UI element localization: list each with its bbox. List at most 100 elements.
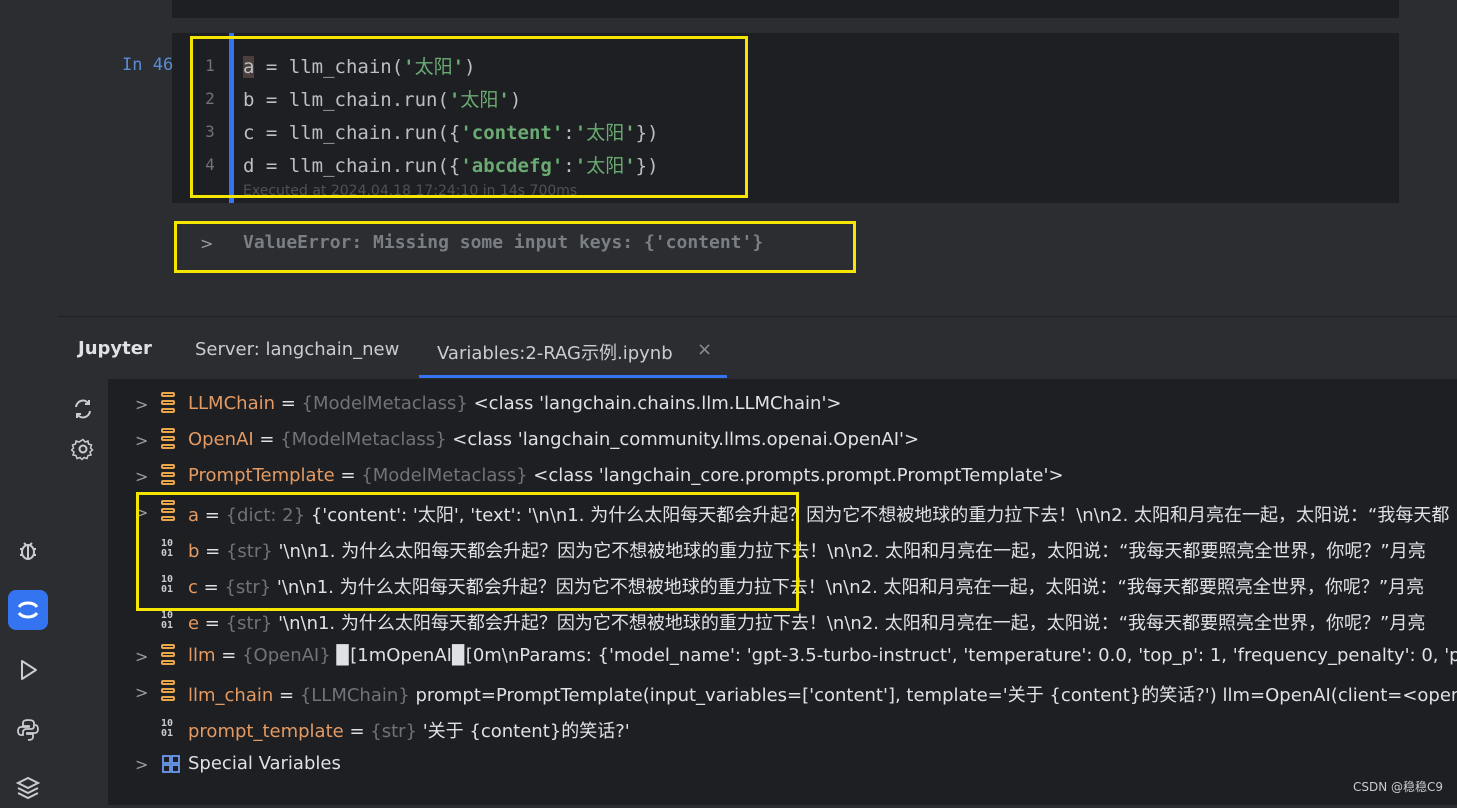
variable-row[interactable]: 10 01 b = {str} '\n\n1. 为什么太阳每天都会升起？因为它不想被… <box>109 532 1457 566</box>
close-icon[interactable]: × <box>697 339 712 360</box>
tab-server[interactable]: Server: langchain_new <box>195 339 399 360</box>
equals-sign: = <box>197 577 225 598</box>
line-number: 1 <box>205 56 215 75</box>
code-token: }) <box>635 122 659 144</box>
equals-sign: = <box>253 429 281 450</box>
variable-type: {ModelMetaclass} <box>361 465 528 486</box>
execution-info: Executed at 2024.04.18 17:24:10 in 14s 7… <box>243 183 578 199</box>
chevron-right-icon[interactable]: > <box>135 683 148 702</box>
variable-value: '关于 {content}的笑话?' <box>417 721 630 742</box>
code-token: ) <box>464 56 476 78</box>
chevron-right-icon[interactable]: > <box>135 395 148 414</box>
python-console-icon[interactable] <box>8 710 48 750</box>
variable-value: '\n\n1. 为什么太阳每天都会升起？因为它不想被地球的重力拉下去！\n\n2… <box>272 541 1426 562</box>
variable-row[interactable]: > llm = {OpenAI} ▉[1mOpenAI▉[0m\nParams: … <box>109 640 1457 674</box>
num-icon: 10 01 <box>161 574 174 595</box>
chevron-right-icon[interactable]: > <box>135 755 148 774</box>
equals-sign: = <box>215 645 243 666</box>
variable-name: OpenAI <box>188 429 254 450</box>
layers-icon[interactable] <box>8 768 48 808</box>
variable-text: prompt_template = {str} '关于 {content}的笑话… <box>188 717 630 743</box>
variable-type: {LLMChain} <box>299 685 410 706</box>
variable-name: llm_chain <box>188 685 274 706</box>
chevron-right-icon[interactable]: > <box>135 467 148 486</box>
db-icon <box>161 644 181 668</box>
variable-name: llm <box>188 645 216 666</box>
previous-cell[interactable] <box>172 0 1399 18</box>
variable-text: LLMChain = {ModelMetaclass} <class 'lang… <box>188 393 842 414</box>
code-token: c = llm_chain.run({ <box>243 122 461 144</box>
variable-row[interactable]: > a = {dict: 2} {'content': '太阳', 'text':… <box>109 496 1457 530</box>
equals-sign: = <box>334 465 362 486</box>
equals-sign: = <box>199 613 226 634</box>
variable-type: {str} <box>225 541 273 562</box>
variable-value: '\n\n1. 为什么太阳每天都会升起？因为它不想被地球的重力拉下去！\n\n2… <box>271 577 1425 598</box>
line-number: 3 <box>205 122 215 141</box>
code-string: 'abcdefg' <box>460 155 564 177</box>
variable-value: {'content': '太阳', 'text': '\n\n1. 为什么太阳每… <box>305 505 1450 526</box>
code-string: ' <box>574 155 587 177</box>
code-string: ' <box>574 122 587 144</box>
code-string: 'content' <box>460 122 564 144</box>
variable-text: Special Variables <box>188 753 341 774</box>
chevron-right-icon[interactable]: > <box>200 234 213 253</box>
refresh-icon[interactable] <box>71 397 95 425</box>
equals-sign: = <box>275 393 302 414</box>
db-icon <box>161 680 181 704</box>
variable-name: b <box>188 541 200 562</box>
watermark: CSDN @稳稳C9 <box>1352 780 1443 794</box>
chevron-right-icon[interactable]: > <box>135 503 148 522</box>
variable-type: {str} <box>370 721 417 742</box>
variable-row[interactable]: 10 01 prompt_template = {str} '关于 {content… <box>109 712 1457 746</box>
code-token: ) <box>509 89 522 111</box>
variable-value: <class 'langchain_core.prompts.prompt.Pr… <box>527 465 1064 486</box>
variable-type: {str} <box>224 577 272 598</box>
error-output[interactable]: ValueError: Missing some input keys: {'c… <box>243 232 763 253</box>
code-line-2[interactable]: b = llm_chain.run('太阳') <box>243 85 521 112</box>
variable-row[interactable]: > LLMChain = {ModelMetaclass} <class 'lan… <box>109 388 1457 422</box>
settings-icon[interactable] <box>70 437 95 465</box>
code-string: ' <box>403 56 415 78</box>
variable-row[interactable]: > PromptTemplate = {ModelMetaclass} <clas… <box>109 460 1457 494</box>
variable-value: <class 'langchain.chains.llm.LLMChain'> <box>467 393 842 414</box>
variable-name: a <box>188 505 200 526</box>
jupyter-icon[interactable] <box>8 590 48 630</box>
db-icon <box>161 392 181 416</box>
code-line-4[interactable]: d = llm_chain.run({'abcdefg':'太阳'}) <box>243 151 659 178</box>
execution-count: In 46 <box>122 55 174 75</box>
variable-text: PromptTemplate = {ModelMetaclass} <class… <box>188 465 1064 486</box>
variable-text: c = {str} '\n\n1. 为什么太阳每天都会升起？因为它不想被地球的重… <box>188 573 1424 599</box>
code-token: }) <box>635 155 659 177</box>
variable-row[interactable]: > Special Variables <box>109 748 1457 782</box>
db-icon <box>161 500 181 524</box>
debug-icon[interactable] <box>8 530 48 570</box>
active-tab-indicator <box>419 375 727 378</box>
code-string: ' <box>498 89 510 111</box>
variable-text: OpenAI = {ModelMetaclass} <class 'langch… <box>188 429 919 450</box>
variables-toolbar <box>58 379 109 805</box>
code-string: ' <box>624 122 636 144</box>
variable-name: prompt_template <box>188 721 344 742</box>
code-line-3[interactable]: c = llm_chain.run({'content':'太阳'}) <box>243 118 659 145</box>
variable-row[interactable]: 10 01 c = {str} '\n\n1. 为什么太阳每天都会升起？因为它不想被… <box>109 568 1457 602</box>
grid-icon <box>161 752 181 776</box>
chevron-right-icon[interactable]: > <box>135 431 148 450</box>
code-string: 太阳 <box>586 122 625 144</box>
run-icon[interactable] <box>8 650 48 690</box>
variable-row[interactable]: 10 01 e = {str} '\n\n1. 为什么太阳每天都会升起？因为它不想被… <box>109 604 1457 638</box>
chevron-right-icon[interactable]: > <box>135 647 148 666</box>
variable-row[interactable]: > OpenAI = {ModelMetaclass} <class 'langc… <box>109 424 1457 458</box>
equals-sign: = <box>199 541 226 562</box>
code-string: ' <box>624 155 636 177</box>
variable-type: {ModelMetaclass} <box>280 429 447 450</box>
variable-text: llm_chain = {LLMChain} prompt=PromptTemp… <box>188 681 1457 707</box>
variable-type: {dict: 2} <box>225 505 306 526</box>
tool-window-title: Jupyter <box>78 338 152 359</box>
variable-row[interactable]: > llm_chain = {LLMChain} prompt=PromptTem… <box>109 676 1457 710</box>
code-line-1[interactable]: a = llm_chain('太阳') <box>243 52 476 79</box>
tab-variables[interactable]: Variables:2-RAG示例.ipynb <box>437 339 673 365</box>
variable-name: PromptTemplate <box>188 465 335 486</box>
equals-sign: = <box>199 505 226 526</box>
variable-name: Special Variables <box>188 753 341 774</box>
code-string: ' <box>452 56 465 78</box>
